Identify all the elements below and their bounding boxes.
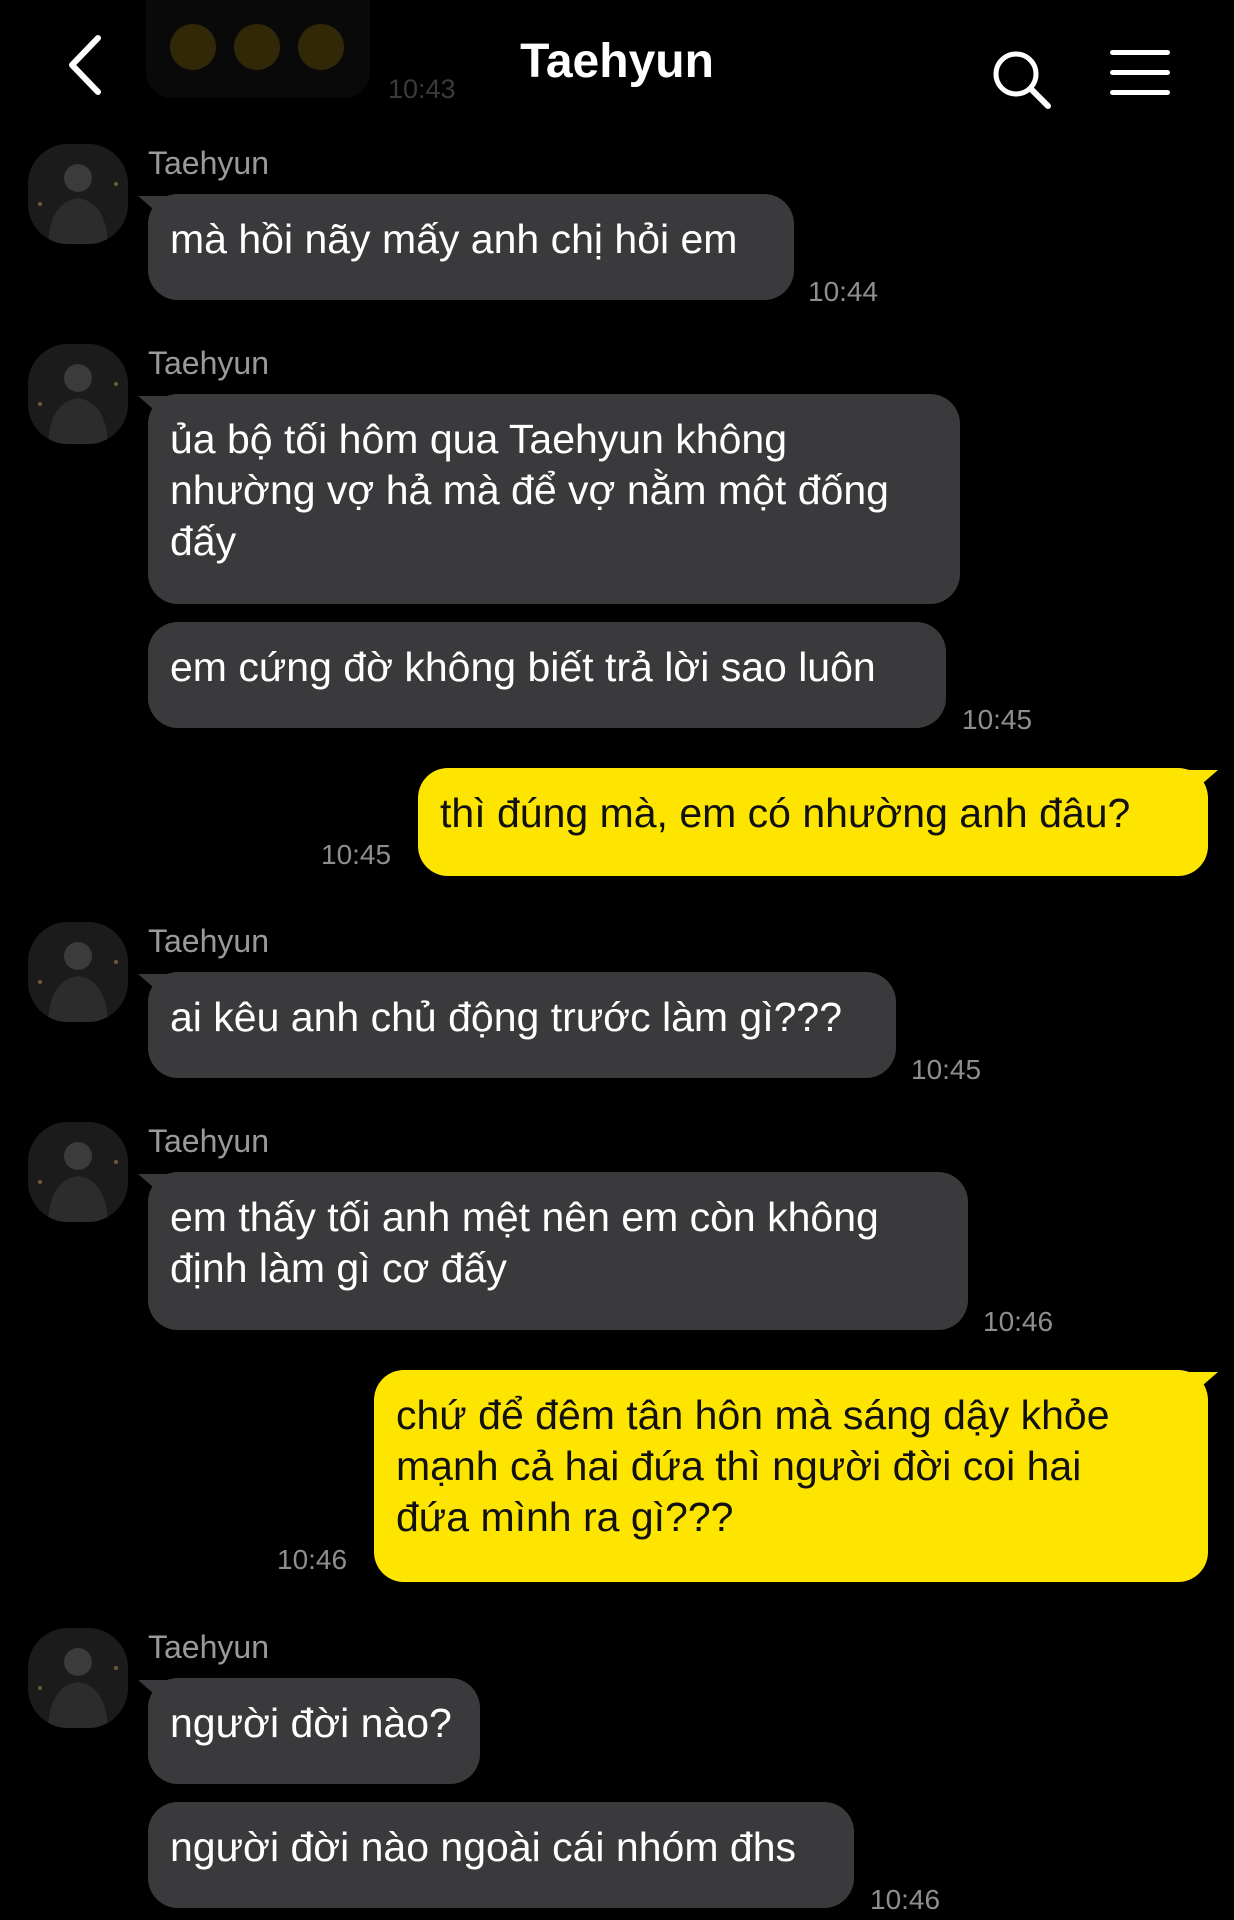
message-time: 10:46: [870, 1884, 941, 1915]
avatar[interactable]: [28, 922, 128, 1022]
emoji-icon: [298, 24, 344, 70]
avatar[interactable]: [28, 1628, 128, 1728]
message-bubble-outgoing[interactable]: thì đúng mà, em có nhường anh đâu?: [418, 768, 1208, 876]
hamburger-menu-icon: [1110, 90, 1170, 95]
sender-name: Taehyun: [148, 1123, 269, 1159]
sender-name: Taehyun: [148, 145, 269, 181]
menu-button[interactable]: [1110, 48, 1174, 98]
message-bubble-incoming[interactable]: người đời nào ngoài cái nhóm đhs: [148, 1802, 854, 1908]
message-bubble-incoming[interactable]: mà hồi nãy mấy anh chị hỏi em: [148, 194, 794, 300]
message-bubble-incoming[interactable]: người đời nào?: [148, 1678, 480, 1784]
search-icon: [993, 51, 1051, 109]
avatar[interactable]: [28, 144, 128, 244]
sender-name: Taehyun: [148, 345, 269, 381]
message-time: 10:46: [277, 1544, 348, 1575]
hamburger-menu-icon: [1110, 50, 1170, 55]
message-time: 10:44: [808, 276, 879, 307]
message-bubble-outgoing[interactable]: chứ để đêm tân hôn mà sáng dậy khỏe mạnh…: [374, 1370, 1208, 1582]
sender-name: Taehyun: [148, 923, 269, 959]
hamburger-menu-icon: [1110, 70, 1170, 75]
message-bubble-incoming[interactable]: em thấy tối anh mệt nên em còn không địn…: [148, 1172, 968, 1330]
previous-emoji-message[interactable]: [146, 0, 370, 98]
message-time: 10:45: [962, 704, 1033, 735]
avatar[interactable]: [28, 344, 128, 444]
message-bubble-incoming[interactable]: em cứng đờ không biết trả lời sao luôn: [148, 622, 946, 728]
search-button[interactable]: [990, 48, 1054, 112]
avatar[interactable]: [28, 1122, 128, 1222]
sender-name: Taehyun: [148, 1629, 269, 1665]
emoji-icon: [234, 24, 280, 70]
message-bubble-incoming[interactable]: ủa bộ tối hôm qua Taehyun không nhường v…: [148, 394, 960, 604]
message-time: 10:46: [983, 1306, 1054, 1337]
message-bubble-incoming[interactable]: ai kêu anh chủ động trước làm gì???: [148, 972, 896, 1078]
emoji-icon: [170, 24, 216, 70]
message-time: 10:45: [321, 839, 392, 870]
message-time: 10:45: [911, 1054, 982, 1085]
message-time: 10:43: [388, 74, 456, 104]
